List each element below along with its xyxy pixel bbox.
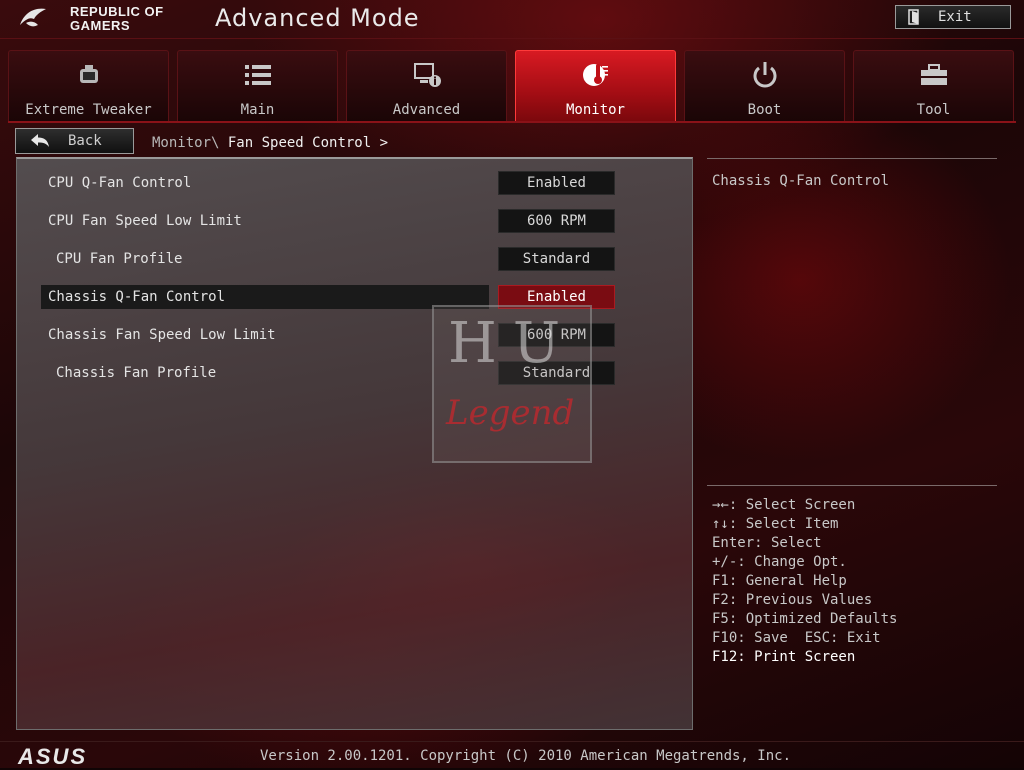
setting-row-cpu-fan-speed-low-limit[interactable]: CPU Fan Speed Low Limit 600 RPM <box>17 209 692 233</box>
setting-value-select[interactable]: Enabled <box>498 171 615 195</box>
key-hint: Enter: Select <box>712 535 822 551</box>
tab-monitor[interactable]: Monitor <box>515 50 676 122</box>
back-label: Back <box>68 133 102 149</box>
gauge-icon <box>79 65 98 83</box>
version-text: Version 2.00.1201. Copyright (C) 2010 Am… <box>260 748 792 764</box>
brand-line1: REPUBLIC OF <box>70 4 164 19</box>
setting-value-select[interactable]: 600 RPM <box>498 209 615 233</box>
key-hint: F1: General Help <box>712 573 847 589</box>
header-divider <box>0 38 1024 39</box>
setting-label: Chassis Fan Speed Low Limit <box>48 327 276 343</box>
help-description: Chassis Q-Fan Control <box>712 173 890 189</box>
exit-door-icon <box>908 9 919 25</box>
key-hint: F5: Optimized Defaults <box>712 611 898 627</box>
breadcrumb: Monitor\ Fan Speed Control > <box>152 135 388 151</box>
tab-extreme-tweaker[interactable]: Extreme Tweaker <box>8 50 169 122</box>
brand-logo-text: REPUBLIC OF GAMERS <box>70 5 164 33</box>
toolbox-icon <box>920 64 947 85</box>
setting-label: CPU Fan Profile <box>56 251 183 267</box>
watermark-letters: HU <box>448 311 577 376</box>
tab-label: Tool <box>916 102 951 118</box>
back-button[interactable]: Back <box>15 128 134 154</box>
tab-tool[interactable]: Tool <box>853 50 1014 122</box>
setting-row-cpu-fan-profile[interactable]: CPU Fan Profile Standard <box>17 247 692 271</box>
key-hint: F10: Save ESC: Exit <box>712 630 881 646</box>
tab-label: Advanced <box>392 102 461 118</box>
help-keys-divider <box>707 485 997 486</box>
tab-advanced[interactable]: Advanced <box>346 50 507 122</box>
watermark-word: Legend <box>446 393 575 433</box>
setting-label: CPU Fan Speed Low Limit <box>48 213 242 229</box>
key-hint-print-screen: F12: Print Screen <box>712 649 856 665</box>
tab-label: Boot <box>747 102 782 118</box>
tab-label: Extreme Tweaker <box>25 102 152 118</box>
tab-main[interactable]: Main <box>177 50 338 122</box>
tab-boot[interactable]: Boot <box>684 50 845 122</box>
setting-label: CPU Q-Fan Control <box>48 175 192 191</box>
key-legend: →←: Select Screen ↑↓: Select Item Enter:… <box>712 496 897 667</box>
back-arrow-icon <box>31 134 49 147</box>
help-top-divider <box>707 158 997 159</box>
list-icon <box>244 65 271 85</box>
tab-label: Monitor <box>565 102 625 118</box>
setting-label: Chassis Q-Fan Control <box>48 289 226 305</box>
setting-label: Chassis Fan Profile <box>56 365 217 381</box>
thermometer-icon <box>582 64 608 86</box>
monitor-info-icon <box>413 63 441 87</box>
exit-button[interactable]: Exit <box>895 5 1011 29</box>
setting-value-select[interactable]: Standard <box>498 247 615 271</box>
rog-eye-icon <box>20 8 46 27</box>
asus-logo: ASUS <box>18 744 88 769</box>
watermark-logo: HU Legend <box>432 305 592 463</box>
power-icon <box>753 62 776 88</box>
key-hint: +/-: Change Opt. <box>712 554 847 570</box>
key-hint: F2: Previous Values <box>712 592 873 608</box>
tab-bar-underline <box>8 121 1016 123</box>
exit-label: Exit <box>938 9 972 25</box>
setting-row-cpu-q-fan-control[interactable]: CPU Q-Fan Control Enabled <box>17 171 692 195</box>
breadcrumb-parent[interactable]: Monitor\ <box>152 135 219 151</box>
key-hint: →←: Select Screen <box>712 497 856 513</box>
breadcrumb-current: Fan Speed Control > <box>227 135 389 151</box>
brand-line2: GAMERS <box>70 18 131 33</box>
key-hint: ↑↓: Select Item <box>712 516 839 532</box>
mode-title: Advanced Mode <box>215 4 420 32</box>
header: REPUBLIC OF GAMERS Advanced Mode Exit <box>0 0 1024 40</box>
tab-label: Main <box>240 102 275 118</box>
footer-divider <box>0 741 1024 742</box>
